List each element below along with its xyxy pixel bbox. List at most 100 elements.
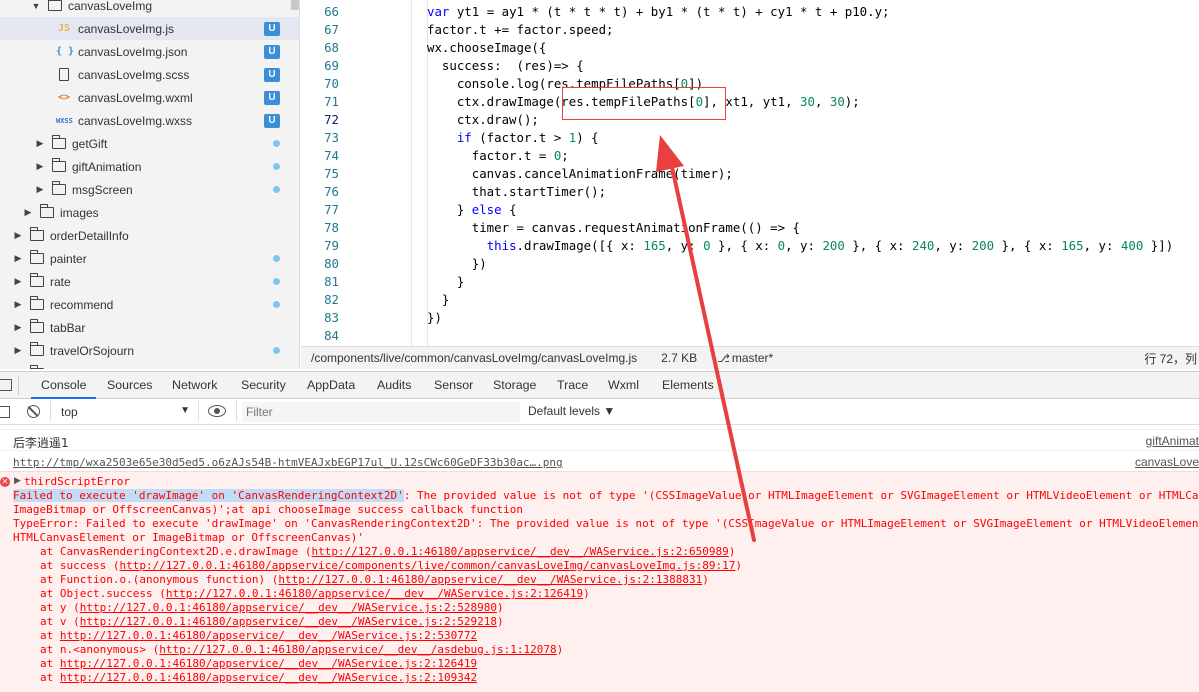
sidebar-toggle-icon[interactable] xyxy=(0,406,10,418)
stack-frame-link[interactable]: http://127.0.0.1:46180/appservice/__dev_… xyxy=(60,629,477,642)
inspect-element-icon[interactable] xyxy=(0,379,12,391)
tree-item[interactable]: ▶ giftAnimation xyxy=(0,155,299,178)
code-line[interactable]: 73 if (factor.t > 1) { xyxy=(301,129,1199,147)
code-line[interactable]: 66 var yt1 = ay1 * (t * t * t) + by1 * (t… xyxy=(301,3,1199,21)
code-line[interactable]: 72 ctx.draw(); xyxy=(301,111,1199,129)
stack-frame-link[interactable]: http://127.0.0.1:46180/appservice/compon… xyxy=(119,559,735,572)
tree-item[interactable]: ▶ getGift xyxy=(0,132,299,155)
tree-item[interactable]: ▶ tabBar xyxy=(0,316,299,339)
code-line[interactable]: 69 success: (res)=> { xyxy=(301,57,1199,75)
git-status-dot xyxy=(273,140,280,147)
chevron-right-icon[interactable]: ▶ xyxy=(12,230,24,241)
error-message-line-3: TypeError: Failed to execute 'drawImage'… xyxy=(13,517,1199,530)
error-message-block: ✕ ▶ thirdScriptError Failed to execute '… xyxy=(0,471,1199,692)
log-levels-dropdown[interactable]: Default levels ▼ xyxy=(528,404,615,418)
tree-item[interactable]: { } canvasLoveImg.json U xyxy=(0,40,299,63)
tab-audits[interactable]: Audits xyxy=(377,372,411,399)
code-editor[interactable]: 66 var yt1 = ay1 * (t * t * t) + by1 * (t… xyxy=(301,0,1199,346)
code-line[interactable]: 78 timer = canvas.requestAnimationFrame(… xyxy=(301,219,1199,237)
tab-trace[interactable]: Trace xyxy=(557,372,588,399)
stack-frame-link[interactable]: http://127.0.0.1:46180/appservice/__dev_… xyxy=(80,601,497,614)
tab-sources[interactable]: Sources xyxy=(107,372,152,399)
folder-icon xyxy=(40,204,54,218)
tree-item[interactable]: canvasLoveImg.scss U xyxy=(0,63,299,86)
chevron-right-icon[interactable]: ▶ xyxy=(12,253,24,264)
tree-item[interactable]: ▶ orderDetailInfo xyxy=(0,224,299,247)
chevron-right-icon[interactable]: ▶ xyxy=(34,161,46,172)
console-output: 后李逍遥1 giftAnimat http://tmp/wxa2503e65e3… xyxy=(0,426,1199,692)
tree-item[interactable]: ▶ rate xyxy=(0,270,299,293)
tree-item[interactable]: ▶ recommend xyxy=(0,293,299,316)
code-line[interactable]: 84 xyxy=(301,327,1199,345)
code-line[interactable]: 74 factor.t = 0; xyxy=(301,147,1199,165)
stack-frame-suffix: ) xyxy=(702,573,709,586)
tree-item[interactable]: ▶ painter xyxy=(0,247,299,270)
code-line[interactable]: 77 } else { xyxy=(301,201,1199,219)
chevron-right-icon[interactable]: ▶ xyxy=(34,184,46,195)
error-title[interactable]: thirdScriptError xyxy=(24,475,130,489)
line-number: 82 xyxy=(324,292,339,307)
cursor-position[interactable]: 行 72，列 xyxy=(1144,350,1197,367)
line-number: 79 xyxy=(324,238,339,253)
folder-icon xyxy=(30,319,44,333)
stack-frame-link[interactable]: http://127.0.0.1:46180/appservice/__dev_… xyxy=(80,615,497,628)
log-source-link[interactable]: giftAnimat xyxy=(1146,434,1199,448)
log-message-link[interactable]: http://tmp/wxa2503e65e30d5ed5.o6zAJs54B-… xyxy=(13,456,563,469)
chevron-right-icon[interactable]: ▶ xyxy=(12,322,24,333)
eye-icon[interactable] xyxy=(208,405,226,417)
tab-elements[interactable]: Elements xyxy=(662,372,714,399)
code-line[interactable]: 75 canvas.cancelAnimationFrame(timer); xyxy=(301,165,1199,183)
stack-frame-link[interactable]: http://127.0.0.1:46180/appservice/__dev_… xyxy=(312,545,729,558)
code-line[interactable]: 81 } xyxy=(301,273,1199,291)
chevron-right-icon[interactable]: ▶ xyxy=(12,345,24,356)
log-source-link[interactable]: canvasLove xyxy=(1135,455,1199,469)
tree-item[interactable]: WXSS canvasLoveImg.wxss U xyxy=(0,109,299,132)
tree-item[interactable]: ▼ canvasLoveImg xyxy=(0,0,299,17)
line-number: 83 xyxy=(324,310,339,325)
code-line[interactable]: 68 wx.chooseImage({ xyxy=(301,39,1199,57)
chevron-down-icon[interactable]: ▼ xyxy=(30,1,42,11)
code-line[interactable]: 71 ctx.drawImage(res.tempFilePaths[0], x… xyxy=(301,93,1199,111)
status-bar: /components/live/common/canvasLoveImg/ca… xyxy=(301,346,1199,369)
clear-console-icon[interactable] xyxy=(27,405,40,418)
code-line[interactable]: 70 console.log(res.tempFilePaths[0]) xyxy=(301,75,1199,93)
tab-security[interactable]: Security xyxy=(241,372,286,399)
tab-appdata[interactable]: AppData xyxy=(307,372,355,399)
stack-frame-link[interactable]: http://127.0.0.1:46180/appservice/__dev_… xyxy=(60,657,477,670)
tree-item[interactable]: <> canvasLoveImg.wxml U xyxy=(0,86,299,109)
chevron-right-icon[interactable]: ▶ xyxy=(12,276,24,287)
chevron-down-icon: ▼ xyxy=(180,405,190,416)
tree-item[interactable]: JS canvasLoveImg.js U xyxy=(0,17,299,40)
git-status-dot xyxy=(273,278,280,285)
chevron-right-icon[interactable]: ▶ xyxy=(22,207,34,218)
filter-input[interactable] xyxy=(242,402,520,422)
stack-frame-link[interactable]: http://127.0.0.1:46180/appservice/__dev_… xyxy=(159,643,556,656)
code-line[interactable]: 80 }) xyxy=(301,255,1199,273)
code-line[interactable]: 76 that.startTimer(); xyxy=(301,183,1199,201)
git-branch[interactable]: master* xyxy=(732,351,773,365)
tab-wxml[interactable]: Wxml xyxy=(608,372,639,399)
code-line[interactable]: 67 factor.t += factor.speed; xyxy=(301,21,1199,39)
code-line[interactable]: 79 this.drawImage([{ x: 165, y: 0 }, { x… xyxy=(301,237,1199,255)
tree-item[interactable]: ▶ msgScreen xyxy=(0,178,299,201)
context-select[interactable]: top ▼ xyxy=(54,402,194,422)
tab-storage[interactable]: Storage xyxy=(493,372,536,399)
tree-item-label: giftAnimation xyxy=(72,159,142,174)
tab-network[interactable]: Network xyxy=(172,372,217,399)
stack-frame-link[interactable]: http://127.0.0.1:46180/appservice/__dev_… xyxy=(60,671,477,684)
tab-sensor[interactable]: Sensor xyxy=(434,372,473,399)
tab-console[interactable]: Console xyxy=(31,372,97,399)
chevron-right-icon[interactable]: ▶ xyxy=(12,368,24,369)
tree-item[interactable]: ▶ travelOrSojourn xyxy=(0,339,299,362)
code-line[interactable]: 82 } xyxy=(301,291,1199,309)
tree-item[interactable]: ▶ images xyxy=(0,201,299,224)
code-line[interactable]: 83}) xyxy=(301,309,1199,327)
chevron-right-icon[interactable]: ▶ xyxy=(34,138,46,149)
stack-frame-link[interactable]: http://127.0.0.1:46180/appservice/__dev_… xyxy=(278,573,702,586)
scrollbar-thumb[interactable] xyxy=(291,0,299,10)
tree-item[interactable]: ▶ travelOrderItem xyxy=(0,362,299,369)
stack-frame-link[interactable]: http://127.0.0.1:46180/appservice/__dev_… xyxy=(166,587,583,600)
chevron-right-icon[interactable]: ▶ xyxy=(12,299,24,310)
code-text: } xyxy=(427,274,465,289)
expand-triangle-icon[interactable]: ▶ xyxy=(14,476,21,486)
